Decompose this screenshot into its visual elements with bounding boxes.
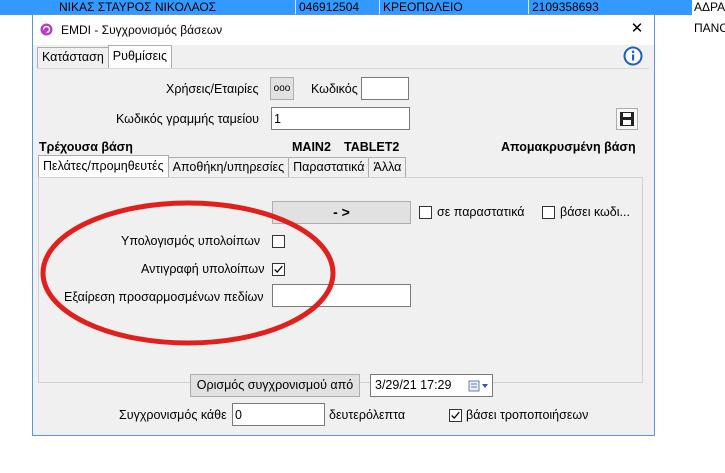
uses-companies-label: Χρήσεις/Εταιρίες bbox=[166, 82, 259, 96]
row-separator bbox=[379, 0, 380, 15]
code-input[interactable] bbox=[361, 77, 409, 100]
in-documents-checkbox[interactable] bbox=[419, 206, 432, 219]
app-icon bbox=[40, 23, 53, 36]
sync-dialog: EMDI - Συγχρονισμός βάσεων ✕ Κατάσταση Ρ… bbox=[32, 14, 655, 436]
calendar-dropdown-icon bbox=[468, 380, 488, 392]
dialog-title: EMDI - Συγχρονισμός βάσεων bbox=[61, 23, 223, 37]
db-tablet: TABLET2 bbox=[344, 140, 400, 154]
save-button[interactable] bbox=[616, 108, 638, 130]
background-selected-row: ΝΙΚΑΣ ΣΤΑΥΡΟΣ ΝΙΚΟΛΑΟΣ 046912504 ΚΡΕΟΠΩΛ… bbox=[0, 0, 725, 15]
cashline-label: Κωδικός γραμμής ταμείου bbox=[116, 112, 259, 126]
code-label: Κωδικός bbox=[311, 82, 358, 96]
background-right-column: ΑΔΡΑ ΠΑΝΟ bbox=[692, 0, 725, 473]
floppy-disk-icon bbox=[620, 112, 634, 126]
sync-datetime-picker[interactable]: 3/29/21 17:29 bbox=[370, 374, 493, 397]
tab-other[interactable]: Άλλα bbox=[368, 157, 407, 177]
exclude-custom-fields-input[interactable] bbox=[272, 284, 411, 307]
tab-documents[interactable]: Παραστατικά bbox=[288, 157, 370, 177]
in-documents-label: σε παραστατικά bbox=[437, 205, 525, 219]
info-icon[interactable] bbox=[623, 46, 643, 66]
by-changes-label: βάσει τροποποιήσεων bbox=[466, 408, 589, 422]
by-changes-checkbox[interactable] bbox=[449, 409, 462, 422]
current-db-label: Τρέχουσα βάση bbox=[39, 140, 133, 154]
checkmark-icon bbox=[451, 411, 460, 419]
row-category: ΚΡΕΟΠΩΛΕΙΟ bbox=[383, 0, 463, 14]
by-code-label: βάσει κωδι... bbox=[560, 205, 630, 219]
by-code-checkbox[interactable] bbox=[542, 206, 555, 219]
copy-balances-label: Αντιγραφή υπολοίπων bbox=[141, 262, 265, 276]
sync-direction-button[interactable]: - > bbox=[272, 201, 411, 224]
cashline-input[interactable] bbox=[271, 107, 410, 130]
row-phone2: 2109358693 bbox=[532, 0, 599, 14]
db-main: MAIN2 bbox=[292, 140, 331, 154]
close-button[interactable]: ✕ bbox=[628, 20, 646, 38]
tab-settings[interactable]: Ρυθμίσεις bbox=[107, 45, 172, 68]
sync-datetime-value: 3/29/21 17:29 bbox=[375, 378, 452, 392]
customers-panel: - > σε παραστατικά βάσει κωδι... Υπολογι… bbox=[38, 177, 643, 383]
seconds-label: δευτερόλεπτα bbox=[329, 408, 406, 422]
right-col-text-2: ΠΑΝΟ bbox=[694, 21, 725, 35]
right-col-text-1: ΑΔΡΑ bbox=[694, 0, 725, 14]
calc-balances-label: Υπολογισμός υπολοίπων bbox=[121, 234, 261, 248]
copy-balances-checkbox[interactable] bbox=[272, 263, 285, 276]
sync-every-label: Συγχρονισμός κάθε bbox=[119, 408, 227, 422]
row-separator bbox=[295, 0, 296, 15]
row-separator bbox=[528, 0, 529, 15]
tab-customers-suppliers[interactable]: Πελάτες/προμηθευτές bbox=[38, 155, 169, 177]
sync-every-input[interactable] bbox=[232, 403, 325, 426]
define-sync-button[interactable]: Ορισμός συγχρονισμού από bbox=[190, 374, 360, 397]
sync-category-tabs: Πελάτες/προμηθευτές Αποθήκη/υπηρεσίες Πα… bbox=[38, 155, 407, 177]
tab-warehouse-services[interactable]: Αποθήκη/υπηρεσίες bbox=[167, 157, 290, 177]
row-phone1: 046912504 bbox=[299, 0, 360, 14]
select-companies-button[interactable]: ooo bbox=[270, 77, 294, 100]
title-bar: EMDI - Συγχρονισμός βάσεων ✕ bbox=[33, 15, 654, 45]
exclude-custom-fields-label: Εξαίρεση προσαρμοσμένων πεδίων bbox=[64, 290, 264, 304]
row-name: ΝΙΚΑΣ ΣΤΑΥΡΟΣ ΝΙΚΟΛΑΟΣ bbox=[59, 0, 217, 14]
calc-balances-checkbox[interactable] bbox=[272, 235, 285, 248]
tab-status[interactable]: Κατάσταση bbox=[37, 47, 109, 68]
remote-db-label: Απομακρυσμένη βάση bbox=[501, 140, 636, 154]
checkmark-icon bbox=[274, 265, 283, 273]
main-tabs: Κατάσταση Ρυθμίσεις bbox=[37, 45, 172, 68]
